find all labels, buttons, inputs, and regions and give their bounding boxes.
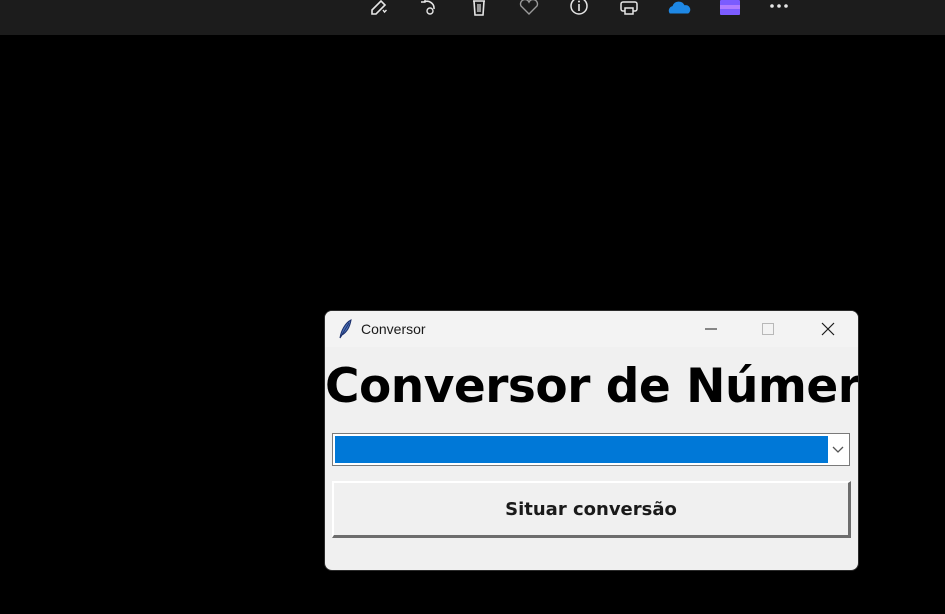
conversor-window: Conversor Conversor de Números Situar co… xyxy=(325,311,858,570)
onedrive-icon[interactable] xyxy=(667,0,691,18)
close-button[interactable] xyxy=(805,311,851,347)
window-titlebar[interactable]: Conversor xyxy=(325,311,858,347)
delete-icon[interactable] xyxy=(467,0,491,18)
clipchamp-icon[interactable] xyxy=(718,0,742,18)
window-title: Conversor xyxy=(361,321,426,337)
info-icon[interactable] xyxy=(567,0,591,18)
feather-icon xyxy=(337,319,353,339)
edit-icon[interactable] xyxy=(367,0,391,18)
print-icon[interactable] xyxy=(617,0,641,18)
convert-button[interactable]: Situar conversão xyxy=(332,481,851,538)
page-title: Conversor de Números xyxy=(325,359,858,414)
favorite-icon[interactable] xyxy=(517,0,541,18)
number-type-combobox[interactable] xyxy=(332,433,850,466)
rotate-icon[interactable] xyxy=(417,0,441,18)
viewer-toolbar xyxy=(0,0,945,35)
more-icon[interactable] xyxy=(767,0,791,18)
combobox-selection[interactable] xyxy=(335,436,828,463)
maximize-button xyxy=(745,311,791,347)
chevron-down-icon[interactable] xyxy=(827,434,849,465)
minimize-button[interactable] xyxy=(688,311,734,347)
